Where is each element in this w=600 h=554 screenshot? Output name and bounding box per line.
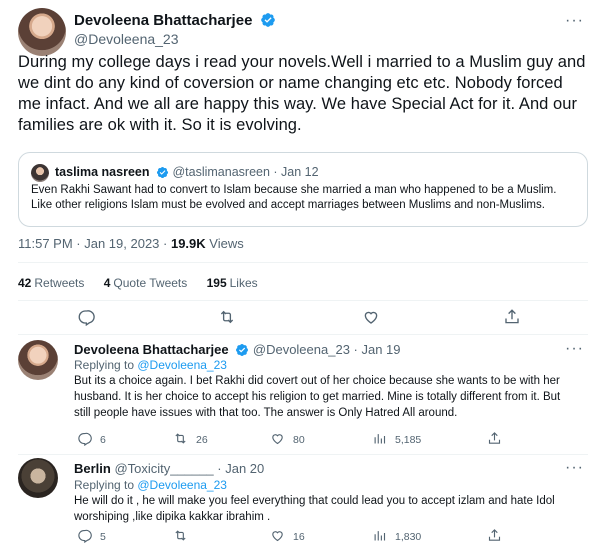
share-button[interactable]: [487, 528, 502, 548]
like-icon: [362, 308, 380, 331]
views-count: 19.9K: [170, 236, 206, 251]
reply-button[interactable]: [77, 308, 95, 331]
likes-count: 195: [206, 276, 227, 290]
quotes-stat[interactable]: 4 Quote Tweets: [104, 276, 188, 290]
retweets-count: 42: [18, 276, 32, 290]
share-button[interactable]: [487, 431, 502, 451]
retweet-icon: [173, 431, 188, 451]
author-name-row[interactable]: Devoleena Bhattacharjee: [74, 12, 276, 30]
like-button[interactable]: 80: [270, 431, 305, 451]
like-count: 16: [293, 531, 305, 543]
replying-to: Replying to @Devoleena_23: [74, 478, 227, 492]
retweet-button[interactable]: 26: [173, 431, 208, 451]
share-icon: [487, 528, 502, 548]
author-name[interactable]: Devoleena Bhattacharjee: [74, 12, 252, 29]
quotes-label: Quote Tweets: [113, 276, 188, 290]
retweet-icon: [173, 528, 188, 548]
like-button[interactable]: [362, 308, 380, 331]
retweet-count: 26: [196, 434, 208, 446]
divider: [18, 300, 588, 301]
verified-badge-icon: [156, 166, 169, 179]
tweet-text: During my college days i read your novel…: [18, 53, 586, 134]
tweet-meta: 11:57 PM · Jan 19, 2023 · 19.9K Views: [18, 236, 244, 251]
more-icon[interactable]: ···: [565, 459, 584, 477]
retweet-icon: [218, 308, 236, 331]
reply-date[interactable]: · Jan 20: [214, 461, 264, 476]
divider: [18, 262, 588, 263]
reply-date[interactable]: · Jan 19: [350, 342, 401, 357]
likes-label: Likes: [229, 276, 258, 290]
retweets-label: Retweets: [34, 276, 85, 290]
views-button[interactable]: 5,185: [372, 431, 421, 451]
more-icon[interactable]: ···: [565, 12, 584, 30]
reply-icon: [77, 308, 95, 331]
quoted-author-handle: @taslimanasreen: [172, 165, 270, 179]
replying-to-handle[interactable]: @Devoleena_23: [137, 478, 227, 492]
replying-to-label: Replying to: [74, 478, 138, 492]
reply-header: Berlin @Toxicity______ · Jan 20: [74, 461, 264, 476]
reply-icon: [77, 528, 92, 548]
author-handle[interactable]: @Devoleena_23: [74, 31, 179, 47]
views-icon: [372, 431, 387, 451]
tweet-time[interactable]: 11:57 PM · Jan 19, 2023 ·: [18, 236, 171, 251]
views-label: Views: [205, 236, 244, 251]
view-count: 1,830: [395, 531, 422, 543]
verified-badge-icon: [235, 343, 249, 357]
reply-count: 5: [100, 531, 106, 543]
reply-button[interactable]: 6: [77, 431, 106, 451]
like-button[interactable]: 16: [270, 528, 305, 548]
reply-author-avatar[interactable]: [18, 458, 58, 498]
tweet-stats: 42 Retweets 4 Quote Tweets 195 Likes: [18, 276, 274, 290]
verified-badge-icon: [260, 12, 276, 28]
reply-author-handle[interactable]: @Toxicity______: [114, 461, 213, 476]
quoted-date: · Jan 12: [269, 165, 319, 179]
quoted-header: taslima nasreen @taslimanasreen · Jan 12: [55, 165, 319, 179]
reply-button[interactable]: 5: [77, 528, 106, 548]
views-icon: [372, 528, 387, 548]
share-icon: [487, 431, 502, 451]
share-button[interactable]: [503, 308, 521, 331]
replying-to-label: Replying to: [74, 358, 138, 372]
like-icon: [270, 431, 285, 451]
divider: [18, 334, 588, 335]
reply-text: But its a choice again. I bet Rakhi did …: [74, 375, 561, 419]
quotes-count: 4: [103, 276, 111, 290]
quoted-author-name: taslima nasreen: [55, 165, 150, 179]
replying-to: Replying to @Devoleena_23: [74, 358, 227, 372]
author-avatar[interactable]: [18, 8, 66, 56]
reply-author-handle[interactable]: @Devoleena_23: [253, 342, 350, 357]
view-count: 5,185: [395, 434, 422, 446]
reply-author-name[interactable]: Devoleena Bhattacharjee: [74, 342, 229, 357]
reply-author-avatar[interactable]: [18, 340, 58, 380]
more-icon[interactable]: ···: [565, 340, 584, 358]
views-button[interactable]: 1,830: [372, 528, 421, 548]
reply-icon: [77, 431, 92, 451]
replying-to-handle[interactable]: @Devoleena_23: [137, 358, 227, 372]
share-icon: [503, 308, 521, 331]
retweet-button[interactable]: [218, 308, 236, 331]
quoted-author-avatar: [31, 164, 49, 182]
reply-text: He will do it , he will make you feel ev…: [74, 495, 555, 523]
reply-author-name[interactable]: Berlin: [74, 461, 111, 476]
like-icon: [270, 528, 285, 548]
retweets-stat[interactable]: 42 Retweets: [18, 276, 84, 290]
likes-stat[interactable]: 195 Likes: [207, 276, 258, 290]
reply-header: Devoleena Bhattacharjee @Devoleena_23 · …: [74, 342, 401, 357]
reply-count: 6: [100, 434, 106, 446]
quoted-tweet[interactable]: taslima nasreen @taslimanasreen · Jan 12…: [18, 152, 588, 227]
quoted-text: Even Rakhi Sawant had to convert to Isla…: [31, 184, 557, 211]
divider: [18, 454, 588, 455]
retweet-button[interactable]: [173, 528, 196, 548]
like-count: 80: [293, 434, 305, 446]
